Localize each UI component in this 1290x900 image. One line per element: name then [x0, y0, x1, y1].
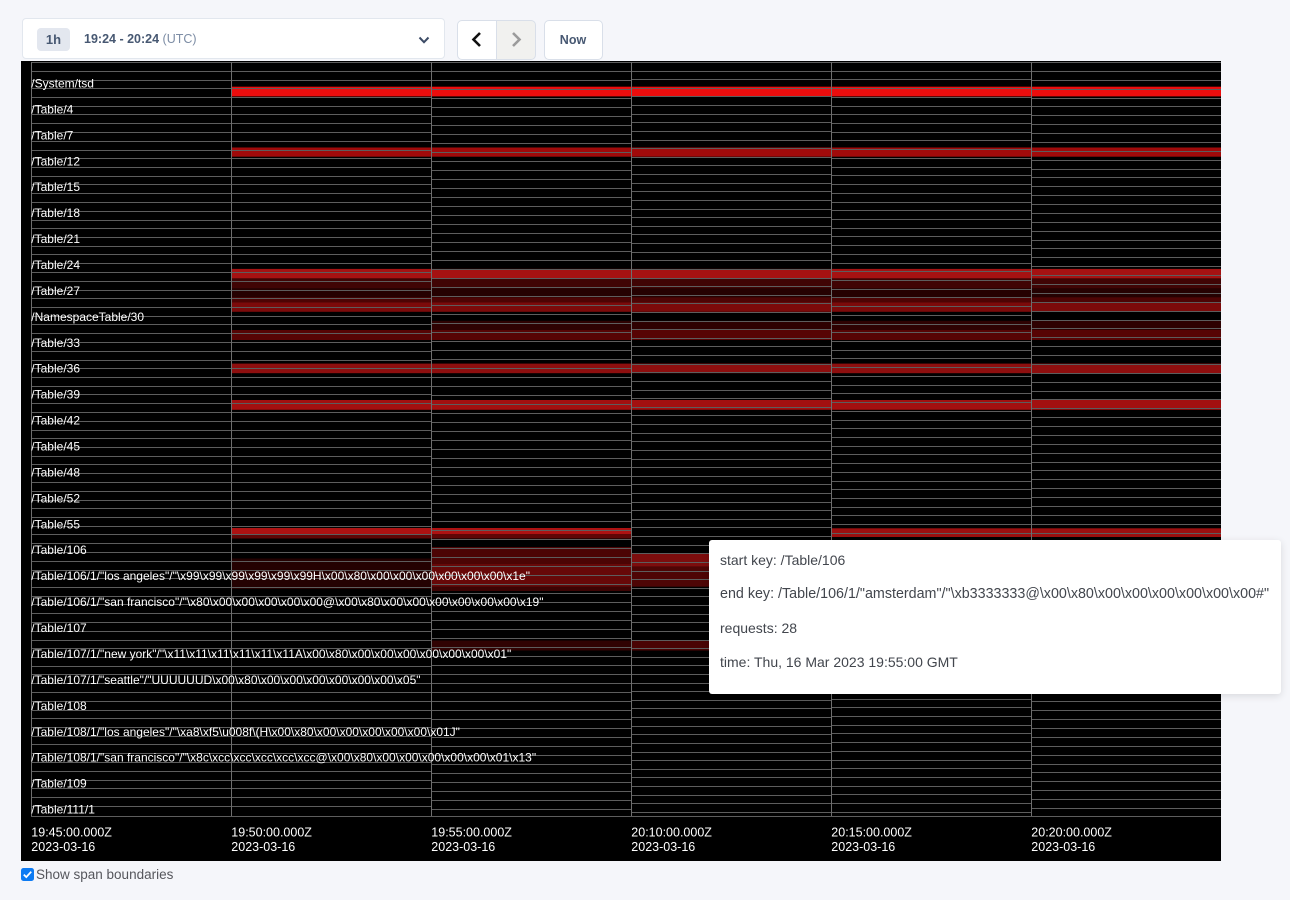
- svg-text:2023-03-16: 2023-03-16: [431, 840, 495, 854]
- svg-text:20:15:00.000Z: 20:15:00.000Z: [831, 825, 912, 839]
- svg-text:/Table/18: /Table/18: [31, 206, 80, 220]
- svg-text:/Table/36: /Table/36: [31, 362, 80, 376]
- svg-text:/Table/45: /Table/45: [31, 440, 80, 454]
- svg-text:/Table/108/1/"los angeles"/"\x: /Table/108/1/"los angeles"/"\xa8\xf5\u00…: [31, 725, 460, 739]
- svg-text:/System/tsd: /System/tsd: [31, 77, 94, 91]
- svg-text:/Table/15: /Table/15: [31, 180, 80, 194]
- svg-text:/Table/55: /Table/55: [31, 517, 80, 531]
- svg-text:/Table/107/1/"seattle"/"UUUUUU: /Table/107/1/"seattle"/"UUUUUUD\x00\x80\…: [31, 673, 420, 687]
- svg-text:19:45:00.000Z: 19:45:00.000Z: [31, 825, 112, 839]
- svg-text:/Table/106/1/"san francisco"/": /Table/106/1/"san francisco"/"\x80\x00\x…: [31, 595, 543, 609]
- svg-text:/Table/107/1/"new york"/"\x11\: /Table/107/1/"new york"/"\x11\x11\x11\x1…: [31, 647, 511, 661]
- svg-text:/Table/48: /Table/48: [31, 465, 80, 479]
- svg-text:/Table/106/1/"los angeles"/"\x: /Table/106/1/"los angeles"/"\x99\x99\x99…: [31, 569, 530, 583]
- svg-text:/Table/24: /Table/24: [31, 258, 80, 272]
- svg-text:2023-03-16: 2023-03-16: [831, 840, 895, 854]
- svg-text:/Table/111/1: /Table/111/1: [31, 803, 95, 817]
- svg-text:2023-03-16: 2023-03-16: [231, 840, 295, 854]
- svg-text:19:50:00.000Z: 19:50:00.000Z: [231, 825, 312, 839]
- svg-text:2023-03-16: 2023-03-16: [631, 840, 695, 854]
- svg-text:2023-03-16: 2023-03-16: [1031, 840, 1095, 854]
- svg-text:/Table/108/1/"san francisco"/": /Table/108/1/"san francisco"/"\x8c\xcc\x…: [31, 751, 536, 765]
- svg-text:/Table/7: /Table/7: [31, 128, 73, 142]
- svg-text:/Table/12: /Table/12: [31, 154, 80, 168]
- svg-text:/Table/107: /Table/107: [31, 621, 87, 635]
- svg-text:/Table/52: /Table/52: [31, 491, 80, 505]
- svg-text:/Table/27: /Table/27: [31, 284, 80, 298]
- svg-text:/Table/106: /Table/106: [31, 543, 87, 557]
- svg-text:19:55:00.000Z: 19:55:00.000Z: [431, 825, 512, 839]
- svg-text:2023-03-16: 2023-03-16: [31, 840, 95, 854]
- svg-text:/Table/33: /Table/33: [31, 336, 80, 350]
- svg-text:/Table/39: /Table/39: [31, 388, 80, 402]
- svg-text:20:20:00.000Z: 20:20:00.000Z: [1031, 825, 1112, 839]
- svg-text:/Table/109: /Table/109: [31, 777, 87, 791]
- svg-text:/NamespaceTable/30: /NamespaceTable/30: [31, 310, 144, 324]
- svg-text:/Table/21: /Table/21: [31, 232, 80, 246]
- svg-text:/Table/108: /Table/108: [31, 699, 87, 713]
- svg-text:/Table/42: /Table/42: [31, 414, 80, 428]
- svg-text:20:10:00.000Z: 20:10:00.000Z: [631, 825, 712, 839]
- svg-text:/Table/4: /Table/4: [31, 102, 73, 116]
